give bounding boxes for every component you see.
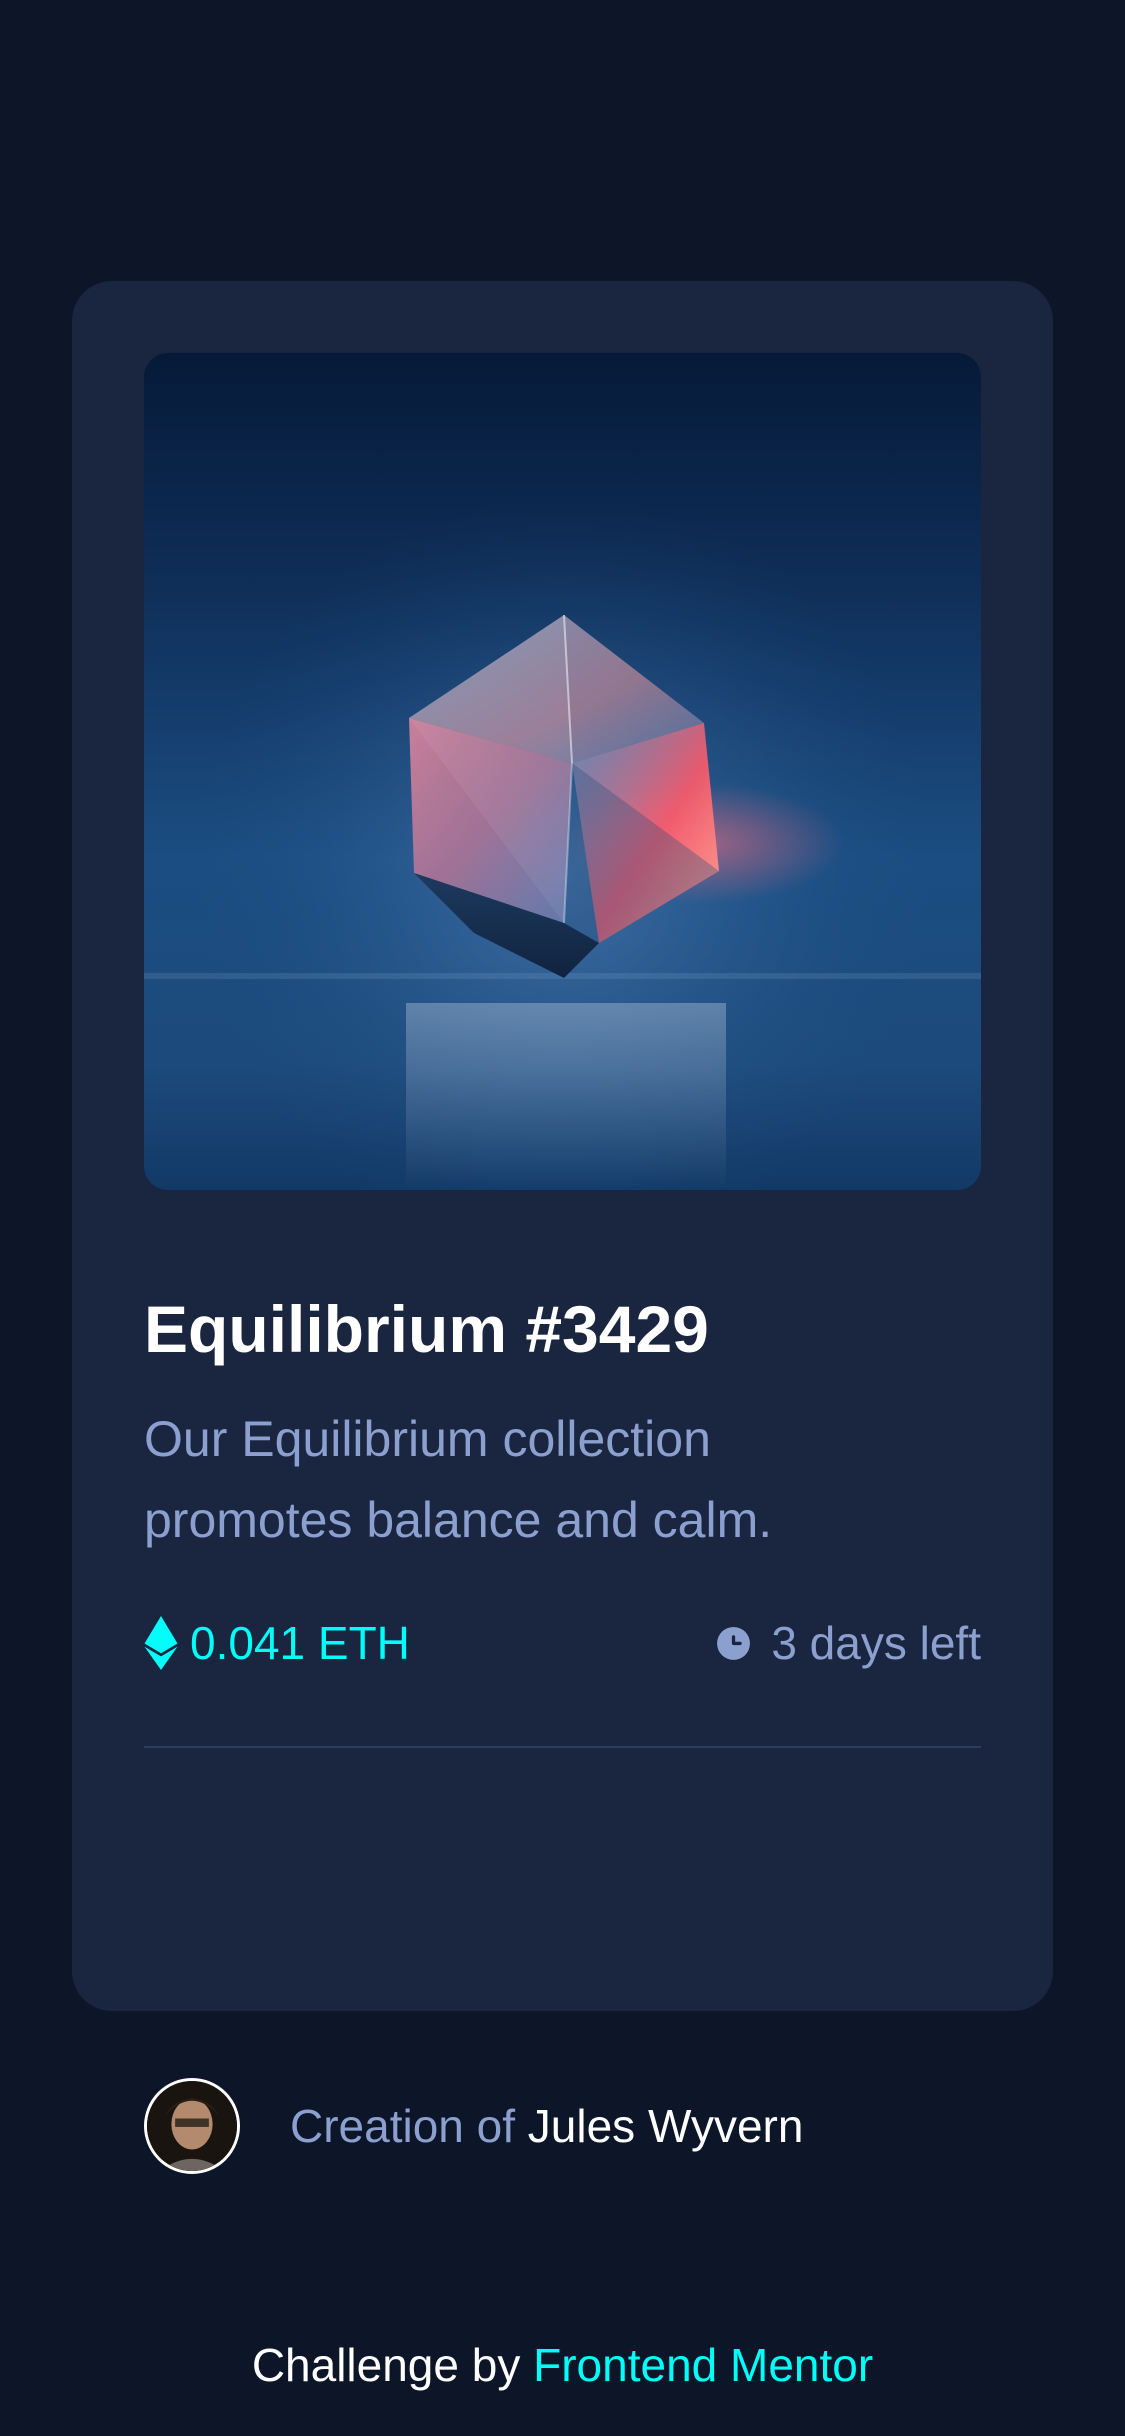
clock-icon (713, 1622, 755, 1664)
avatar (144, 2078, 240, 2174)
nft-image[interactable] (144, 353, 981, 1190)
cube-illustration (144, 353, 981, 1190)
creator-name[interactable]: Jules Wyvern (528, 2100, 804, 2152)
creator-text: Creation of Jules Wyvern (290, 2099, 803, 2153)
price: 0.041 ETH (144, 1613, 410, 1673)
nft-card: Equilibrium #3429 Our Equilibrium collec… (72, 281, 1053, 2174)
attribution-prefix: Challenge by (251, 2339, 521, 2391)
ethereum-icon (144, 1616, 178, 1670)
card-description: Our Equilibrium collection promotes bala… (144, 1411, 773, 1548)
price-value: 0.041 ETH (190, 1617, 410, 1669)
time-remaining: 3 days left (713, 1613, 981, 1673)
card-meta: 0.041 ETH 3 days left (144, 1613, 981, 1673)
attribution: Challenge by Frontend Mentor (0, 2338, 1125, 2392)
time-left-text: 3 days left (771, 1617, 981, 1669)
creator-prefix: Creation of (290, 2100, 516, 2152)
creator-row: Creation of Jules Wyvern (144, 2078, 981, 2174)
card-title[interactable]: Equilibrium #3429 (144, 1289, 709, 1369)
divider (144, 1746, 981, 1748)
frontend-mentor-link[interactable]: Frontend Mentor (533, 2339, 873, 2391)
